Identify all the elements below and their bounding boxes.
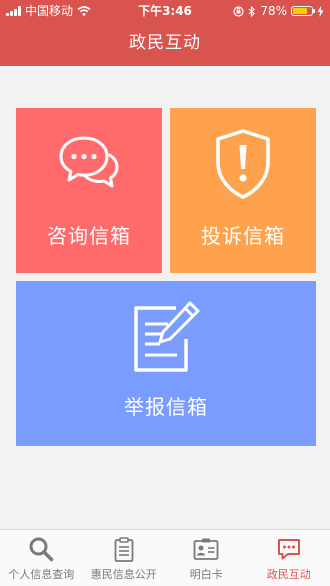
complaint-mailbox-label: 投诉信箱 xyxy=(201,224,285,248)
battery-fill xyxy=(293,8,307,14)
tab-label: 惠民信息公开 xyxy=(90,568,157,581)
search-icon xyxy=(29,537,54,562)
consult-mailbox-label: 咨询信箱 xyxy=(47,224,131,248)
tab-government-interaction[interactable]: 政民互动 xyxy=(248,530,330,586)
tab-label: 明白卡 xyxy=(189,568,223,581)
bottom-tab-bar: 个人信息查询 惠民信息公开 明白卡 政民互动 xyxy=(0,529,330,586)
report-mailbox-tile[interactable]: 举报信箱 xyxy=(16,281,316,446)
clipboard-icon xyxy=(114,537,134,562)
complaint-mailbox-tile[interactable]: 投诉信箱 xyxy=(170,108,316,273)
tab-public-info[interactable]: 惠民信息公开 xyxy=(83,530,166,586)
battery-icon xyxy=(291,6,315,16)
chat-bubbles-icon xyxy=(59,136,119,188)
bluetooth-icon xyxy=(248,5,256,17)
id-card-icon xyxy=(193,538,219,560)
edit-document-icon xyxy=(134,301,200,372)
tab-personal-info-query[interactable]: 个人信息查询 xyxy=(0,530,83,586)
battery-percent: 78% xyxy=(260,4,287,18)
lock-rotation-icon xyxy=(233,5,244,17)
charging-icon xyxy=(317,5,324,17)
tab-label: 政民互动 xyxy=(266,568,311,581)
page-title: 政民互动 xyxy=(129,33,201,53)
tab-clarity-card[interactable]: 明白卡 xyxy=(165,530,248,586)
app-root: 中国移动 下午3:46 78% 政民互动 咨询信箱 投诉信箱 举报信箱 个人信息… xyxy=(0,0,330,586)
consult-mailbox-tile[interactable]: 咨询信箱 xyxy=(16,108,162,273)
tab-label: 个人信息查询 xyxy=(8,568,75,581)
message-icon xyxy=(277,539,300,560)
status-bar: 中国移动 下午3:46 78% xyxy=(0,0,330,22)
shield-alert-icon xyxy=(216,129,270,199)
report-mailbox-label: 举报信箱 xyxy=(124,395,208,419)
top-bar: 中国移动 下午3:46 78% 政民互动 xyxy=(0,0,330,66)
status-right: 78% xyxy=(233,0,324,22)
